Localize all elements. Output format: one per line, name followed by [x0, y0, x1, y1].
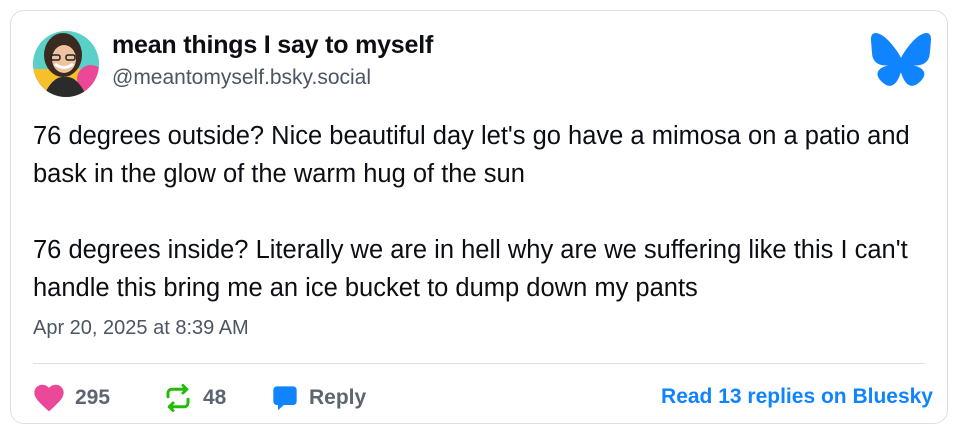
reply-label: Reply	[309, 386, 367, 409]
read-replies-link[interactable]: Read 13 replies on Bluesky	[661, 385, 933, 409]
avatar-image	[33, 31, 99, 97]
author-handle[interactable]: @meantomyself.bsky.social	[112, 66, 371, 90]
repost-count: 48	[203, 386, 227, 409]
bluesky-butterfly-icon[interactable]	[871, 33, 931, 87]
author-name[interactable]: mean things I say to myself	[112, 31, 433, 60]
divider	[33, 363, 925, 364]
like-button[interactable]: 295	[33, 381, 110, 415]
action-bar: 295 48 Reply Read 13 replies on Bluesky	[33, 381, 933, 415]
heart-icon	[34, 384, 64, 412]
post-body: 76 degrees outside? Nice beautiful day l…	[33, 117, 933, 307]
post-paragraph: 76 degrees inside? Literally we are in h…	[33, 236, 908, 302]
avatar[interactable]	[33, 31, 99, 97]
post-card[interactable]: mean things I say to myself @meantomysel…	[10, 10, 948, 424]
repost-button[interactable]: 48	[163, 381, 226, 415]
post-paragraph: 76 degrees outside? Nice beautiful day l…	[33, 122, 910, 188]
post-timestamp[interactable]: Apr 20, 2025 at 8:39 AM	[33, 317, 249, 340]
repost-icon	[166, 384, 190, 412]
reply-bubble-icon	[273, 386, 297, 411]
like-count: 295	[75, 386, 111, 409]
reply-button[interactable]: Reply	[271, 381, 366, 415]
